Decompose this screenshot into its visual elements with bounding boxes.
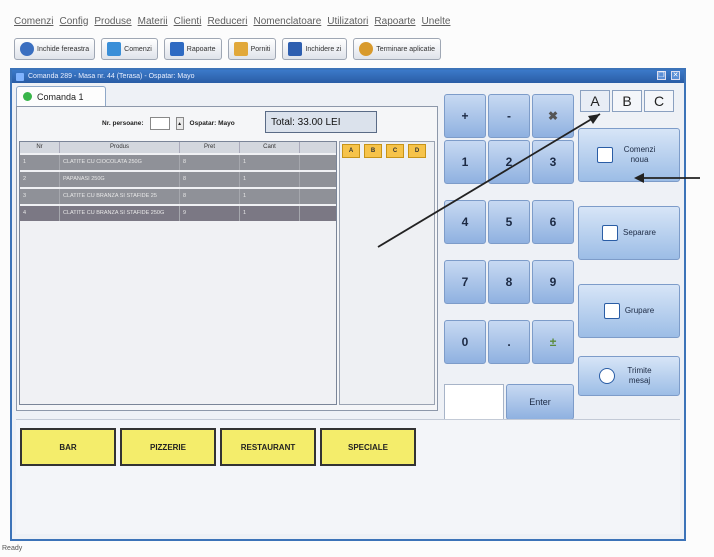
col-cant[interactable]: Cant <box>240 142 300 153</box>
minus-key[interactable]: - <box>488 94 530 138</box>
menu-produse[interactable]: Produse <box>94 16 131 27</box>
category-restaurant-button[interactable]: RESTAURANT <box>220 428 316 466</box>
split-button[interactable]: Separare <box>578 206 680 260</box>
key-1[interactable]: 1 <box>444 140 486 184</box>
sign-key[interactable]: ± <box>532 320 574 364</box>
close-day-button[interactable]: Inchidere zi <box>282 38 348 60</box>
menu-comenzi[interactable]: Comenzi <box>14 16 53 27</box>
menu-rapoarte[interactable]: Rapoarte <box>374 16 415 27</box>
category-bar-button[interactable]: BAR <box>20 428 116 466</box>
order-table: Nr Produs Pret Cant 1 CLATITE CU CIOCOLA… <box>19 141 337 405</box>
split-column-headers: A B C D <box>340 142 434 160</box>
category-bar: BAR PIZZERIE RESTAURANT SPECIALE <box>16 419 680 534</box>
enter-button[interactable]: Enter <box>506 384 574 420</box>
reports-icon <box>169 42 184 56</box>
table-row[interactable]: 1 CLATITE CU CIOCOLATA 250G 8 1 <box>20 155 336 170</box>
decimal-key[interactable]: . <box>488 320 530 364</box>
split-col-d[interactable]: D <box>408 144 426 158</box>
split-col-b[interactable]: B <box>364 144 382 158</box>
price-level-tabs: A B C <box>580 90 674 112</box>
status-dot-icon <box>23 92 32 101</box>
persons-spinner[interactable]: ▲ <box>175 117 184 130</box>
message-icon <box>598 368 615 384</box>
table-header: Nr Produs Pret Cant <box>20 142 336 153</box>
pos-screen: Comenzi Config Produse Materii Clienti R… <box>0 0 714 557</box>
menu-clienti[interactable]: Clienti <box>174 16 202 27</box>
menu-reduceri[interactable]: Reduceri <box>207 16 247 27</box>
exit-app-button[interactable]: Terminare aplicatie <box>353 38 441 60</box>
key-6[interactable]: 6 <box>532 200 574 244</box>
menu-bar: Comenzi Config Produse Materii Clienti R… <box>14 12 694 30</box>
status-bar: Ready <box>2 545 23 552</box>
key-7[interactable]: 7 <box>444 260 486 304</box>
orders-button[interactable]: Comenzi <box>101 38 158 60</box>
order-panel: Nr. persoane: ▲ Ospatar: Mayo Total: 33.… <box>16 106 438 411</box>
menu-unelte[interactable]: Unelte <box>422 16 451 27</box>
window-title: Comanda 289 - Masa nr. 44 (Terasa) - Osp… <box>28 73 195 80</box>
plus-key[interactable]: + <box>444 94 486 138</box>
key-8[interactable]: 8 <box>488 260 530 304</box>
order-window: Comanda 289 - Masa nr. 44 (Terasa) - Osp… <box>10 68 686 541</box>
send-message-button[interactable]: Trimite mesaj <box>578 356 680 396</box>
start-icon <box>233 42 248 56</box>
group-icon <box>603 303 620 319</box>
tab-a[interactable]: A <box>580 90 610 112</box>
col-produs[interactable]: Produs <box>60 142 180 153</box>
exit-app-icon <box>359 42 374 56</box>
split-columns-panel: A B C D <box>339 141 435 405</box>
menu-materii[interactable]: Materii <box>138 16 168 27</box>
document-icon <box>596 147 613 163</box>
col-pret[interactable]: Pret <box>180 142 240 153</box>
table-row[interactable]: 2 PAPANASI 250G 8 1 <box>20 172 336 187</box>
col-nr[interactable]: Nr <box>20 142 60 153</box>
category-pizzerie-button[interactable]: PIZZERIE <box>120 428 216 466</box>
group-button[interactable]: Grupare <box>578 284 680 338</box>
table-row-selected[interactable]: 4 CLATITE CU BRANZA SI STAFIDE 250G 9 1 <box>20 206 336 221</box>
key-4[interactable]: 4 <box>444 200 486 244</box>
waiter-label: Ospatar: Mayo <box>189 120 235 127</box>
table-row[interactable]: 3 CLATITE CU BRANZA SI STAFIDE 25 8 1 <box>20 189 336 204</box>
key-3[interactable]: 3 <box>532 140 574 184</box>
toolbar: Inchide fereastra Comenzi Rapoarte Porni… <box>14 36 441 62</box>
tab-order-1[interactable]: Comanda 1 <box>16 86 106 106</box>
close-day-icon <box>288 42 303 56</box>
persons-input[interactable] <box>149 117 170 130</box>
keypad: + - ✖ 1 2 3 4 5 6 7 8 9 0 . ± Enter <box>444 94 574 424</box>
tab-c[interactable]: C <box>644 90 674 112</box>
start-button[interactable]: Porniti <box>227 38 277 60</box>
orders-icon <box>107 42 122 56</box>
window-icon <box>16 72 24 81</box>
close-window-icon <box>20 42 34 56</box>
tab-b[interactable]: B <box>612 90 642 112</box>
close-icon[interactable]: ✕ <box>671 71 680 80</box>
clear-key[interactable]: ✖ <box>532 94 574 138</box>
order-info: Nr. persoane: ▲ Ospatar: Mayo <box>102 117 235 130</box>
key-9[interactable]: 9 <box>532 260 574 304</box>
restore-icon[interactable]: ❐ <box>657 71 666 80</box>
split-col-c[interactable]: C <box>386 144 404 158</box>
key-5[interactable]: 5 <box>488 200 530 244</box>
window-titlebar: Comanda 289 - Masa nr. 44 (Terasa) - Osp… <box>12 70 684 83</box>
reports-button[interactable]: Rapoarte <box>163 38 222 60</box>
menu-utilizatori[interactable]: Utilizatori <box>327 16 368 27</box>
split-col-a[interactable]: A <box>342 144 360 158</box>
key-0[interactable]: 0 <box>444 320 486 364</box>
split-icon <box>602 225 619 241</box>
keypad-input[interactable] <box>444 384 504 420</box>
close-window-button[interactable]: Inchide fereastra <box>14 38 96 60</box>
window-controls: ❐ ✕ <box>657 71 680 80</box>
menu-config[interactable]: Config <box>59 16 88 27</box>
new-order-button[interactable]: Comenzi noua <box>578 128 680 182</box>
category-speciale-button[interactable]: SPECIALE <box>320 428 416 466</box>
key-2[interactable]: 2 <box>488 140 530 184</box>
tab-label: Comanda 1 <box>37 91 84 102</box>
menu-nomenclatoare[interactable]: Nomenclatoare <box>253 16 321 27</box>
total-display: Total: 33.00 LEI <box>265 111 377 133</box>
persons-label: Nr. persoane: <box>102 120 144 127</box>
